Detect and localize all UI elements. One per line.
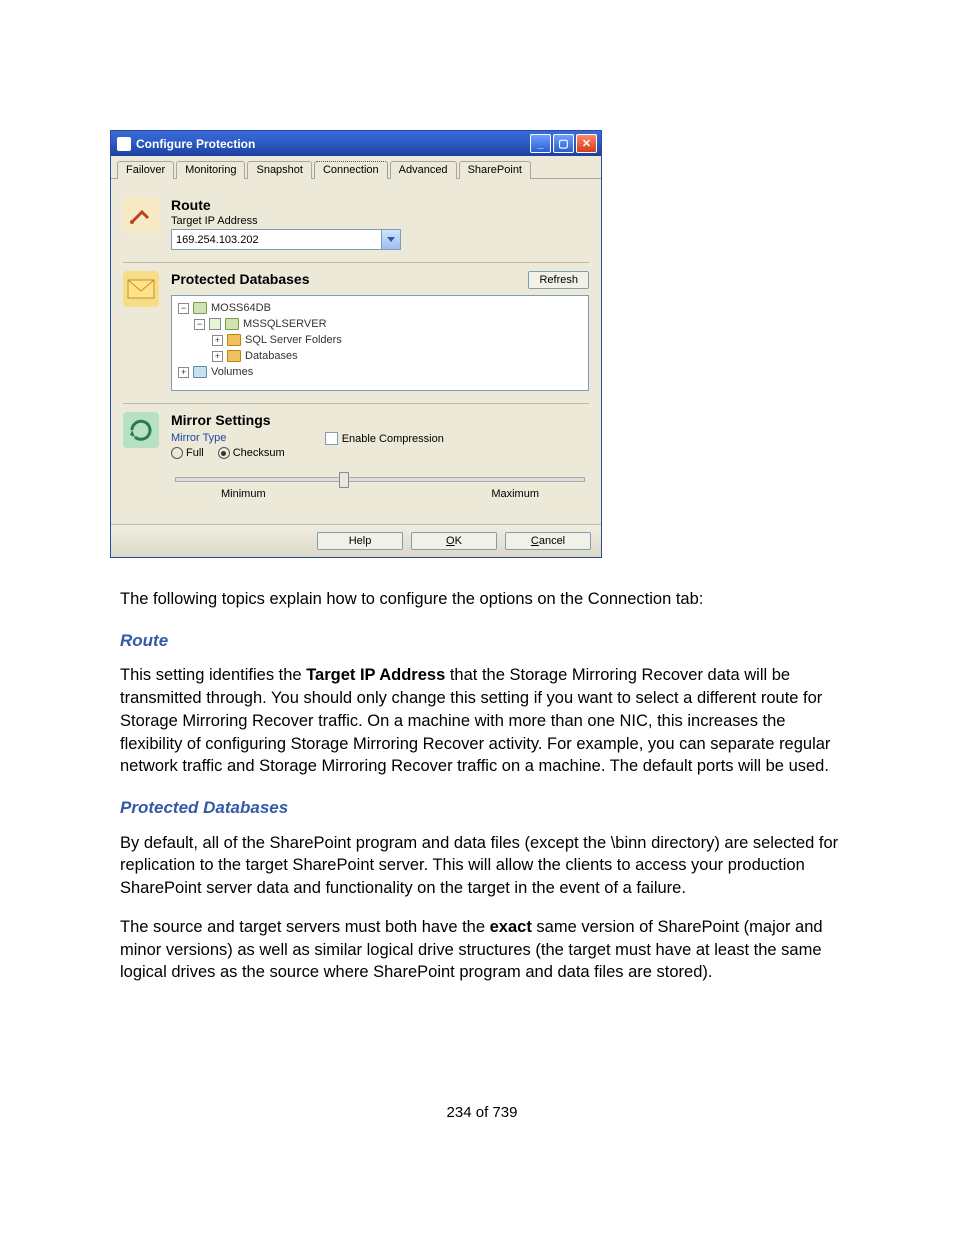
target-ip-label: Target IP Address [171,215,589,227]
refresh-button[interactable]: Refresh [528,271,589,289]
slider-max-label: Maximum [491,488,539,500]
tree-label: MOSS64DB [211,300,271,316]
target-ip-combo[interactable] [171,229,401,250]
volumes-icon [193,366,207,378]
route-icon [123,197,159,233]
folder-icon [227,334,241,346]
protected-databases-section: Protected Databases Refresh − MOSS64DB − [123,263,589,404]
protected-doc-heading: Protected Databases [120,796,844,819]
slider-min-label: Minimum [221,488,266,500]
tree-node-databases[interactable]: + Databases [178,348,582,364]
tab-bar: Failover Monitoring Snapshot Connection … [111,156,601,179]
folder-icon [227,350,241,362]
minimize-button[interactable]: _ [530,134,551,153]
app-icon [117,137,131,151]
cancel-button[interactable]: Cancel [505,532,591,550]
dialog-button-bar: Help OK Cancel [111,524,601,557]
tree-label: Databases [245,348,298,364]
radio-icon [218,447,230,459]
chevron-down-icon[interactable] [382,229,401,250]
document-body: The following topics explain how to conf… [120,588,844,984]
tree-label: Volumes [211,364,253,380]
window-title: Configure Protection [136,137,255,151]
tree-label: MSSQLSERVER [243,316,327,332]
page-number: 234 of 739 [120,1104,844,1121]
database-tree[interactable]: − MOSS64DB − MSSQLSERVER + [171,295,589,391]
instance-icon [225,318,239,330]
radio-full[interactable]: Full [171,447,204,459]
titlebar: Configure Protection _ ▢ ✕ [111,131,601,156]
checkbox-icon[interactable] [209,318,221,330]
tree-label: SQL Server Folders [245,332,342,348]
tab-connection[interactable]: Connection [314,161,388,179]
expand-icon[interactable]: + [178,367,189,378]
expand-icon[interactable]: + [212,335,223,346]
route-doc-heading: Route [120,629,844,652]
tree-node-volumes[interactable]: + Volumes [178,364,582,380]
checkbox-icon [325,432,338,445]
connection-panel: Route Target IP Address [111,179,601,524]
intro-paragraph: The following topics explain how to conf… [120,588,844,611]
tree-node-folders[interactable]: + SQL Server Folders [178,332,582,348]
server-icon [193,302,207,314]
tab-failover[interactable]: Failover [117,161,174,179]
mirror-settings-section: Mirror Settings Mirror Type Full [123,404,589,512]
help-button[interactable]: Help [317,532,403,550]
tab-snapshot[interactable]: Snapshot [247,161,311,179]
maximize-button[interactable]: ▢ [553,134,574,153]
exact-version-paragraph: The source and target servers must both … [120,916,844,984]
tab-advanced[interactable]: Advanced [390,161,457,179]
tree-node-instance[interactable]: − MSSQLSERVER [178,316,582,332]
mirror-heading: Mirror Settings [171,412,589,428]
radio-label: Checksum [233,447,285,459]
expand-icon[interactable]: + [212,351,223,362]
route-paragraph: This setting identifies the Target IP Ad… [120,664,844,778]
close-button[interactable]: ✕ [576,134,597,153]
slider-thumb[interactable] [339,472,349,488]
mirror-icon [123,412,159,448]
ok-button[interactable]: OK [411,532,497,550]
collapse-icon[interactable]: − [178,303,189,314]
configure-protection-dialog: Configure Protection _ ▢ ✕ Failover Moni… [110,130,602,558]
collapse-icon[interactable]: − [194,319,205,330]
mirror-type-label: Mirror Type [171,432,285,444]
protected-paragraph: By default, all of the SharePoint progra… [120,832,844,900]
tab-monitoring[interactable]: Monitoring [176,161,245,179]
checkbox-label: Enable Compression [342,433,444,445]
tree-node-server[interactable]: − MOSS64DB [178,300,582,316]
compression-slider[interactable]: Minimum Maximum [171,477,589,500]
radio-checksum[interactable]: Checksum [218,447,285,459]
radio-icon [171,447,183,459]
route-section: Route Target IP Address [123,189,589,263]
radio-label: Full [186,447,204,459]
target-ip-input[interactable] [171,229,382,250]
tab-sharepoint[interactable]: SharePoint [459,161,531,179]
envelope-icon [123,271,159,307]
protected-heading: Protected Databases [171,271,310,287]
route-heading: Route [171,197,589,213]
enable-compression-checkbox[interactable]: Enable Compression [325,432,444,445]
